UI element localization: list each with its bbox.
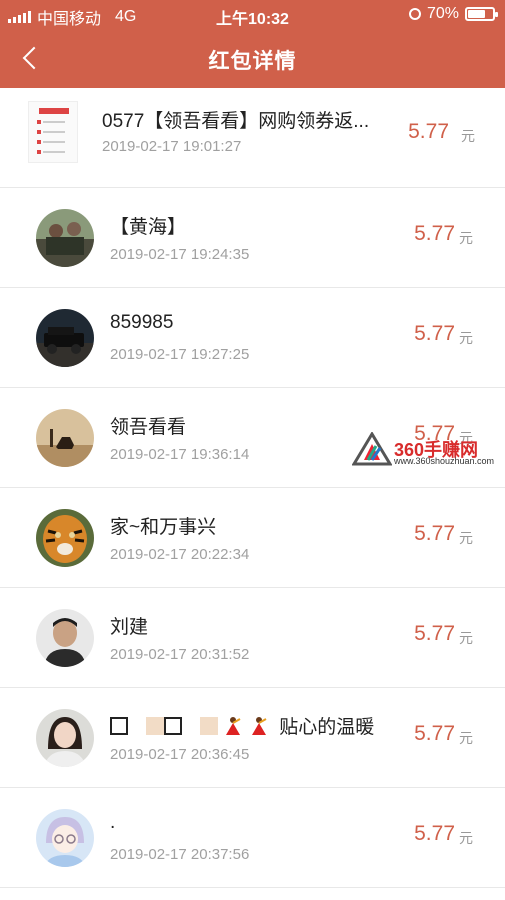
dancer-emoji-icon xyxy=(226,717,241,735)
amount-unit: 元 xyxy=(459,730,473,746)
square-box-icon xyxy=(110,717,128,735)
amount-unit: 元 xyxy=(459,630,473,646)
amount-unit: 元 xyxy=(459,230,473,246)
redpacket-list: 0577【领吾看看】网购领券返... 2019-02-17 19:01:27 5… xyxy=(0,88,505,888)
dancer-emoji-icon xyxy=(252,717,267,735)
list-item[interactable]: 家~和万事兴 2019-02-17 20:22:34 5.77 元 xyxy=(0,488,505,588)
list-item[interactable]: 刘建 2019-02-17 20:31:52 5.77 元 xyxy=(0,588,505,688)
sender-name: . xyxy=(110,812,116,833)
timestamp: 2019-02-17 19:24:35 xyxy=(110,246,250,263)
app-header: 中国移动 4G 上午10:32 70% 红包详情 xyxy=(0,0,505,88)
amount: 5.77 xyxy=(408,120,449,143)
amount-unit: 元 xyxy=(461,128,475,144)
sender-name: 贴心的温暖 xyxy=(110,712,374,739)
amount-unit: 元 xyxy=(459,530,473,546)
amount: 5.77 xyxy=(414,722,455,745)
amount: 5.77 xyxy=(414,822,455,845)
amount: 5.77 xyxy=(414,322,455,345)
timestamp: 2019-02-17 19:27:25 xyxy=(110,346,250,363)
timestamp: 2019-02-17 19:01:27 xyxy=(102,138,242,155)
beige-square-icon xyxy=(146,717,164,735)
amount-unit: 元 xyxy=(459,330,473,346)
rotation-lock-icon xyxy=(408,8,421,20)
timestamp: 2019-02-17 19:36:14 xyxy=(110,446,250,463)
avatar xyxy=(36,209,94,267)
avatar xyxy=(36,709,94,767)
battery-icon xyxy=(465,7,498,21)
nav-bar: 红包详情 xyxy=(0,28,505,88)
timestamp: 2019-02-17 20:36:45 xyxy=(110,746,250,763)
article-thumbnail xyxy=(28,101,78,163)
amount: 5.77 xyxy=(414,222,455,245)
avatar xyxy=(36,509,94,567)
list-item[interactable]: 【黄海】 2019-02-17 19:24:35 5.77 元 xyxy=(0,188,505,288)
amount: 5.77 xyxy=(414,522,455,545)
status-bar: 中国移动 4G 上午10:32 70% xyxy=(0,0,505,28)
timestamp: 2019-02-17 20:31:52 xyxy=(110,646,250,663)
sender-name: 家~和万事兴 xyxy=(110,517,217,538)
sender-name: 【黄海】 xyxy=(110,217,187,238)
avatar xyxy=(36,409,94,467)
list-item[interactable]: . 2019-02-17 20:37:56 5.77 元 xyxy=(0,788,505,888)
square-box-icon xyxy=(164,717,182,735)
timestamp: 2019-02-17 20:37:56 xyxy=(110,846,250,863)
watermark: 360手赚网 www.360shouzhuan.com xyxy=(351,431,502,468)
watermark-logo-icon xyxy=(351,431,393,466)
watermark-url: www.360shouzhuan.com xyxy=(394,456,495,466)
avatar xyxy=(36,309,94,367)
status-right: 70% xyxy=(408,5,498,23)
beige-square-icon xyxy=(200,717,218,735)
battery-percent: 70% xyxy=(426,5,459,22)
sender-name-text: 贴心的温暖 xyxy=(279,717,375,738)
list-item[interactable]: 贴心的温暖 2019-02-17 20:36:45 5.77 元 xyxy=(0,688,505,788)
amount: 5.77 xyxy=(414,622,455,645)
sender-name: 领吾看看 xyxy=(110,417,187,438)
sender-name: 0577【领吾看看】网购领券返... xyxy=(102,111,370,132)
list-item[interactable]: 0577【领吾看看】网购领券返... 2019-02-17 19:01:27 5… xyxy=(0,88,505,188)
avatar xyxy=(36,609,94,667)
sender-name: 刘建 xyxy=(110,617,149,638)
timestamp: 2019-02-17 20:22:34 xyxy=(110,546,250,563)
sender-name: 859985 xyxy=(110,312,174,333)
page-title: 红包详情 xyxy=(208,50,297,73)
list-item[interactable]: 859985 2019-02-17 19:27:25 5.77 元 xyxy=(0,288,505,388)
avatar xyxy=(36,809,94,867)
amount-unit: 元 xyxy=(459,830,473,846)
